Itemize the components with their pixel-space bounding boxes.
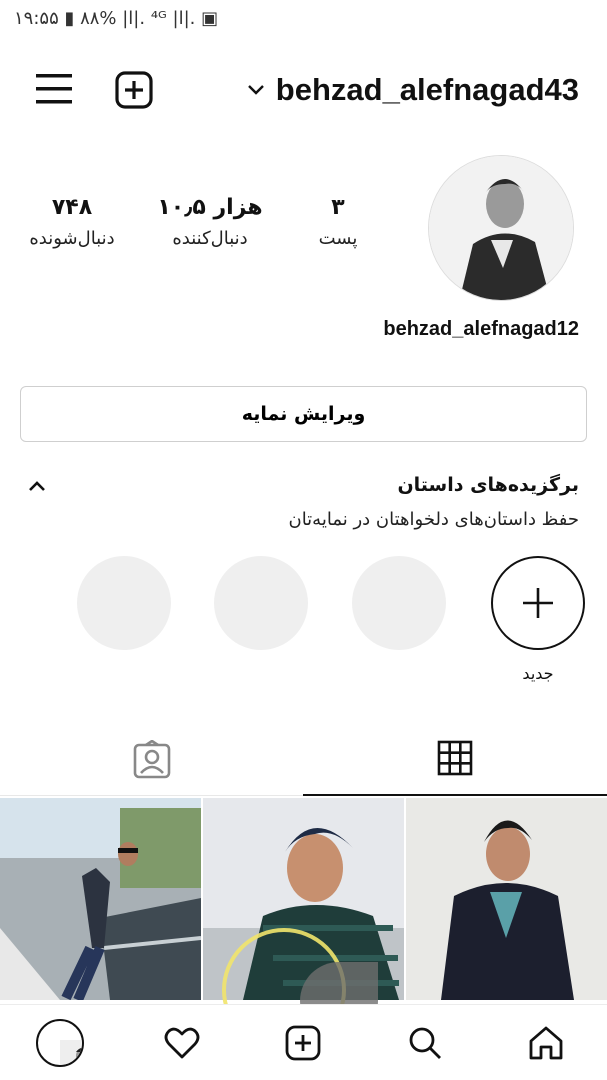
display-name: behzad_alefnagad12 bbox=[383, 318, 579, 340]
avatar-photo bbox=[429, 156, 573, 300]
status-bar: ۱۹:۵۵ ▮ ۸۸% |l|. ⁴ᴳ |l|. ▣ bbox=[0, 0, 607, 40]
tagged-person-icon bbox=[133, 740, 171, 779]
add-post-icon[interactable] bbox=[114, 70, 154, 110]
add-post-icon bbox=[285, 1025, 321, 1061]
highlight-placeholder bbox=[352, 556, 446, 650]
highlight-placeholder bbox=[214, 556, 308, 650]
following-label: دنبال‌کننده bbox=[172, 228, 248, 249]
highlights-subtitle: حفظ داستان‌های دلخواهتان در نمایه‌تان bbox=[288, 509, 579, 530]
nav-profile[interactable] bbox=[18, 1005, 98, 1080]
home-icon bbox=[529, 1026, 563, 1060]
posts-label: پست bbox=[318, 228, 358, 249]
profile-header: behzad_alefnagad43 bbox=[0, 60, 607, 120]
nav-home[interactable] bbox=[505, 1005, 585, 1080]
profile-avatar[interactable] bbox=[428, 155, 574, 301]
heart-icon bbox=[164, 1027, 200, 1059]
grid-icon bbox=[437, 740, 473, 776]
edit-profile-button[interactable]: ویرایش نمایه bbox=[20, 386, 587, 442]
following-count: ۱۰٫۵ هزار bbox=[157, 195, 263, 220]
nav-add-post[interactable] bbox=[262, 1005, 342, 1080]
chevron-up-icon[interactable] bbox=[26, 478, 48, 494]
new-highlight-button[interactable] bbox=[491, 556, 585, 650]
followers-label: دنبال‌شونده bbox=[29, 228, 115, 249]
new-highlight-label: جدید bbox=[522, 664, 554, 683]
highlights-title: برگزیده‌های داستان bbox=[397, 474, 579, 496]
chevron-down-icon bbox=[247, 85, 264, 95]
search-icon bbox=[409, 1027, 441, 1059]
highlight-placeholder bbox=[77, 556, 171, 650]
nav-activity[interactable] bbox=[141, 1005, 221, 1080]
tab-tagged[interactable] bbox=[0, 720, 303, 796]
tab-grid[interactable] bbox=[303, 720, 607, 796]
following-stat[interactable]: ۱۰٫۵ هزار دنبال‌کننده bbox=[155, 195, 265, 249]
status-text: ۱۹:۵۵ ▮ ۸۸% |l|. ⁴ᴳ |l|. ▣ bbox=[14, 8, 219, 29]
followers-count: ۷۴۸ bbox=[51, 195, 93, 220]
menu-icon[interactable] bbox=[36, 72, 72, 106]
account-switcher[interactable]: behzad_alefnagad43 bbox=[246, 68, 579, 112]
followers-stat[interactable]: ۷۴۸ دنبال‌شونده bbox=[17, 195, 127, 249]
post-thumbnail[interactable] bbox=[406, 798, 607, 1000]
profile-tabs bbox=[0, 720, 607, 796]
bottom-navigation bbox=[0, 1004, 607, 1080]
plus-icon bbox=[523, 588, 553, 618]
posts-stat: ۳ پست bbox=[283, 195, 393, 249]
post-thumbnail[interactable] bbox=[0, 798, 201, 1000]
profile-avatar bbox=[36, 1019, 84, 1067]
username: behzad_alefnagad43 bbox=[275, 72, 579, 107]
nav-search[interactable] bbox=[384, 1005, 464, 1080]
posts-count: ۳ bbox=[331, 195, 345, 220]
